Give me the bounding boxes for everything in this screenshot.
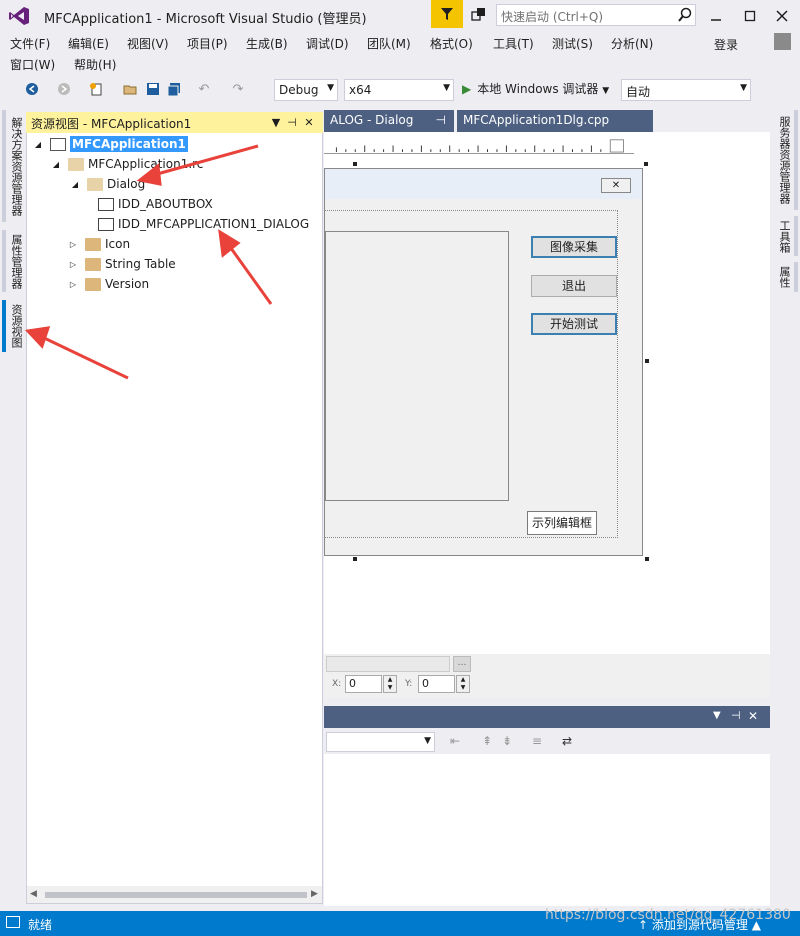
- annotation-arrows: [24, 144, 273, 380]
- annotation-arrow: [24, 326, 129, 380]
- annotation-arrow: [136, 144, 259, 186]
- annotation-arrow: [218, 229, 273, 305]
